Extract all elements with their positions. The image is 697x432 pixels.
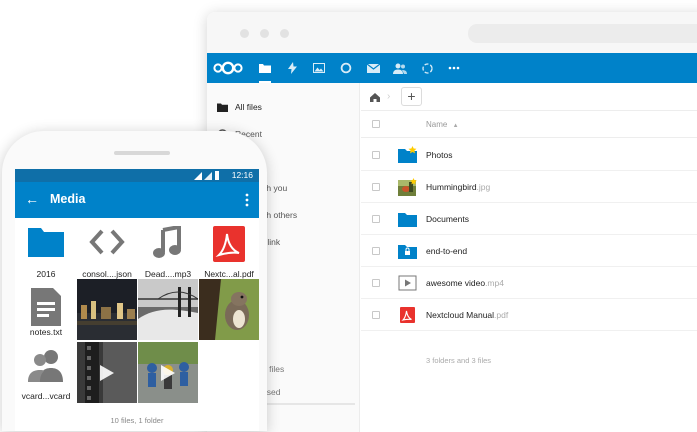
page-title: Media [50,192,86,206]
phone-toolbar: ← Media [15,182,259,218]
browser-window: All files Recent es with you with others… [207,12,697,432]
video-file-icon [398,275,417,291]
contacts-icon[interactable] [392,60,408,76]
window-dot [260,29,269,38]
signal-battery-icon [194,171,219,180]
phone-speaker [114,151,170,155]
status-bar: 12:16 [15,169,259,182]
photo-thumbnail[interactable] [199,279,259,340]
grid-item-label: Nextc...al.pdf [204,269,254,279]
file-name[interactable]: Hummingbird.jpg [426,182,490,192]
sort-ascending-icon: ▲ [452,123,459,129]
file-list-header: Name ▲ [361,111,697,138]
row-checkbox[interactable] [372,215,380,223]
browser-chrome [207,12,697,53]
circles-icon[interactable] [419,60,435,76]
grid-item-label: consol....json [82,269,132,279]
music-icon [153,226,181,258]
status-time: 12:16 [231,170,253,180]
breadcrumb: › + [361,83,697,111]
grid-item[interactable]: consol....json [77,222,137,279]
sidebar-item-label: All files [235,102,262,112]
grid-item[interactable]: Nextc...al.pdf [199,222,259,279]
folder-icon [398,213,417,227]
image-thumbnail-icon [398,178,417,196]
text-file-icon [31,288,61,326]
bridge-photo [138,279,198,340]
night-city-photo [77,279,137,340]
file-row[interactable]: awesome video.mp4 [361,267,697,299]
gallery-icon[interactable] [311,60,327,76]
file-row[interactable]: Photos [361,139,697,171]
pdf-icon [213,226,245,262]
folder-icon [215,100,229,114]
name-column-label: Name [426,120,448,129]
folder-icon [398,146,417,163]
grid-item[interactable]: 2016 [16,222,76,279]
grid-item[interactable]: notes.txt [16,284,76,337]
phone-device: 12:16 ← Media 2016 consol....json Dead..… [2,131,267,431]
pdf-file-icon [400,307,415,323]
quota-bar [267,403,355,405]
encrypted-folder-icon [398,245,417,259]
nextcloud-logo-icon[interactable] [213,61,243,75]
mail-icon[interactable] [365,60,381,76]
row-checkbox[interactable] [372,183,380,191]
file-name[interactable]: awesome video.mp4 [426,278,504,288]
file-name[interactable]: Photos [426,150,452,160]
play-icon[interactable] [160,364,176,382]
overflow-menu-icon[interactable] [244,192,250,208]
grid-item[interactable]: Dead....mp3 [138,222,198,279]
more-apps-icon[interactable] [446,60,462,76]
app-header [207,53,697,83]
row-checkbox[interactable] [372,151,380,159]
play-icon[interactable] [99,364,115,382]
name-column-header[interactable]: Name ▲ [426,120,459,129]
grid-item-label: vcard...vcard [21,391,71,401]
grid-item-label: Dead....mp3 [144,269,192,279]
grid-item[interactable]: vcard...vcard [16,344,76,401]
phone-screen: 12:16 ← Media 2016 consol....json Dead..… [15,169,259,431]
file-row[interactable]: end-to-end [361,235,697,267]
file-name[interactable]: end-to-end [426,246,467,256]
url-bar[interactable] [468,24,697,43]
file-name[interactable]: Nextcloud Manual.pdf [426,310,508,320]
file-row[interactable]: Hummingbird.jpg [361,171,697,203]
file-count-summary: 3 folders and 3 files [426,356,492,365]
file-name[interactable]: Documents [426,214,469,224]
row-checkbox[interactable] [372,247,380,255]
home-icon[interactable] [368,90,382,104]
grid-item-label: notes.txt [29,327,63,337]
select-all-checkbox[interactable] [372,120,380,128]
video-thumbnail[interactable] [77,342,137,403]
photo-thumbnail[interactable] [138,279,198,340]
window-dot [280,29,289,38]
activity-icon[interactable] [284,60,300,76]
file-row[interactable]: Nextcloud Manual.pdf [361,299,697,331]
code-icon [89,229,125,255]
video-thumbnail[interactable] [138,342,198,403]
photo-thumbnail[interactable] [77,279,137,340]
files-icon[interactable] [257,60,273,83]
grid-item-label: 2016 [36,269,56,279]
contacts-icon [28,350,63,382]
folder-icon [28,228,64,257]
squirrel-photo [199,279,259,340]
row-checkbox[interactable] [372,311,380,319]
window-dot [240,29,249,38]
file-row[interactable]: Documents [361,203,697,235]
sidebar-item-all-files[interactable]: All files [207,94,360,120]
back-arrow-icon[interactable]: ← [25,191,39,207]
row-checkbox[interactable] [372,279,380,287]
new-file-button[interactable]: + [401,87,422,106]
files-content: › + Name ▲ Photos Hummingbird.jpg Docume… [361,83,697,432]
breadcrumb-separator-icon: › [387,91,391,102]
talk-icon[interactable] [338,60,354,76]
